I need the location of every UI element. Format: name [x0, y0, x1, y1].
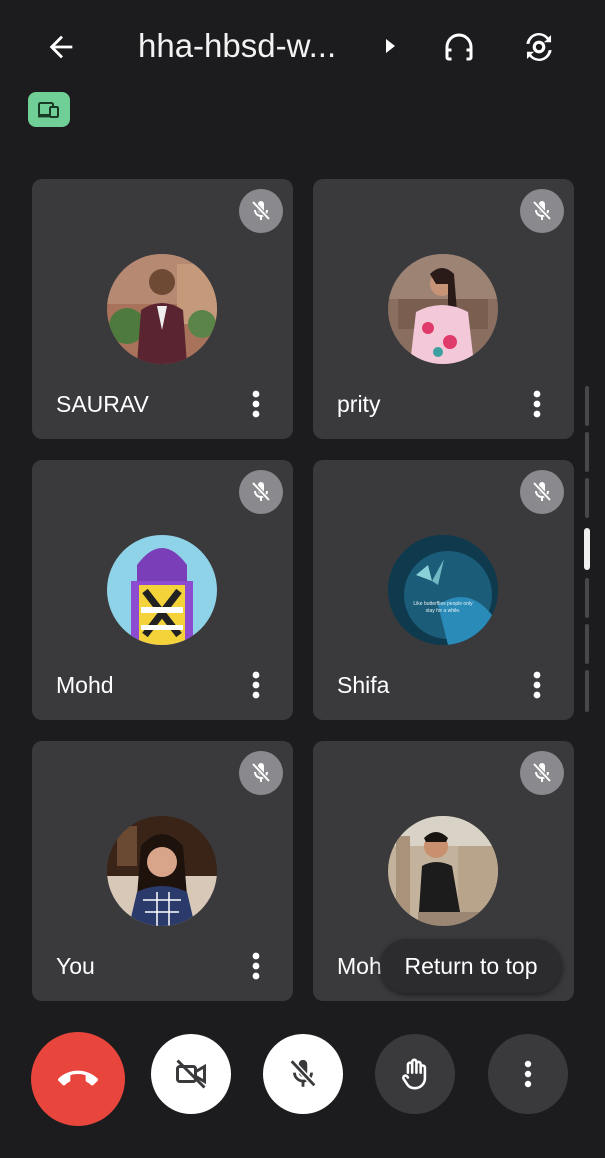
call-controls: [0, 1010, 605, 1158]
muted-badge: [520, 470, 564, 514]
scrollbar[interactable]: [583, 386, 591, 716]
mic-off-icon: [251, 481, 271, 502]
muted-badge: [239, 751, 283, 795]
scroll-segment: [585, 578, 589, 618]
participant-menu-button[interactable]: [246, 387, 266, 421]
participant-tile[interactable]: prity: [313, 179, 574, 439]
participant-name: Mohd: [56, 672, 114, 698]
arrow-back-icon: [49, 35, 73, 59]
more-vert-icon: [533, 390, 541, 418]
more-vert-icon: [252, 952, 260, 980]
avatar-caption: Like butterflies people only stay for a …: [413, 601, 473, 614]
avatar: [107, 254, 217, 364]
back-button[interactable]: [38, 24, 84, 70]
more-options-button[interactable]: [488, 1034, 568, 1114]
participant-menu-button[interactable]: [527, 387, 547, 421]
device-chip[interactable]: [28, 92, 70, 127]
scroll-segment: [585, 478, 589, 518]
mic-off-icon: [251, 200, 271, 221]
more-vert-icon: [533, 671, 541, 699]
meeting-title[interactable]: hha-hbsd-w...: [138, 26, 374, 66]
scroll-segment: [585, 624, 589, 664]
chevron-right-icon[interactable]: [383, 38, 397, 54]
avatar: [107, 816, 217, 926]
end-call-button[interactable]: [31, 1032, 125, 1126]
audio-output-button[interactable]: [436, 24, 482, 70]
return-to-top-button[interactable]: Return to top: [380, 939, 562, 993]
top-bar: hha-hbsd-w...: [0, 0, 605, 92]
participant-menu-button[interactable]: [527, 668, 547, 702]
mic-off-icon: [289, 1059, 317, 1088]
participant-name: SAURAV: [56, 391, 149, 417]
raise-hand-button[interactable]: [375, 1034, 455, 1114]
participant-tile[interactable]: SAURAV: [32, 179, 293, 439]
muted-badge: [239, 470, 283, 514]
more-vert-icon: [524, 1060, 532, 1088]
participant-tile[interactable]: Mohd: [32, 460, 293, 720]
avatar: [388, 816, 498, 926]
participant-name: Shifa: [337, 672, 390, 698]
phone-hangup-icon: [58, 1070, 98, 1086]
scroll-segment: [585, 432, 589, 472]
headphones-icon: [445, 33, 473, 61]
mic-off-icon: [532, 481, 552, 502]
mic-off-icon: [532, 762, 552, 783]
mic-off-icon: [532, 200, 552, 221]
scroll-segment: [585, 386, 589, 426]
mic-toggle-button[interactable]: [263, 1034, 343, 1114]
participant-tile[interactable]: Like butterflies people only stay for a …: [313, 460, 574, 720]
avatar: [107, 535, 217, 645]
participant-menu-button[interactable]: [246, 668, 266, 702]
more-vert-icon: [252, 671, 260, 699]
scroll-segment: [585, 670, 589, 712]
switch-camera-icon: [526, 33, 552, 61]
devices-icon: [38, 101, 59, 118]
avatar: [388, 254, 498, 364]
participant-name: You: [56, 953, 95, 979]
muted-badge: [239, 189, 283, 233]
participant-menu-button[interactable]: [246, 949, 266, 983]
camera-off-icon: [176, 1059, 206, 1089]
muted-badge: [520, 751, 564, 795]
mic-off-icon: [251, 762, 271, 783]
muted-badge: [520, 189, 564, 233]
participant-tile[interactable]: You: [32, 741, 293, 1001]
scroll-thumb[interactable]: [584, 528, 590, 570]
avatar: Like butterflies people only stay for a …: [388, 535, 498, 645]
camera-toggle-button[interactable]: [151, 1034, 231, 1114]
hand-icon: [402, 1058, 427, 1090]
switch-camera-button[interactable]: [516, 24, 562, 70]
more-vert-icon: [252, 390, 260, 418]
participant-name: prity: [337, 391, 381, 417]
